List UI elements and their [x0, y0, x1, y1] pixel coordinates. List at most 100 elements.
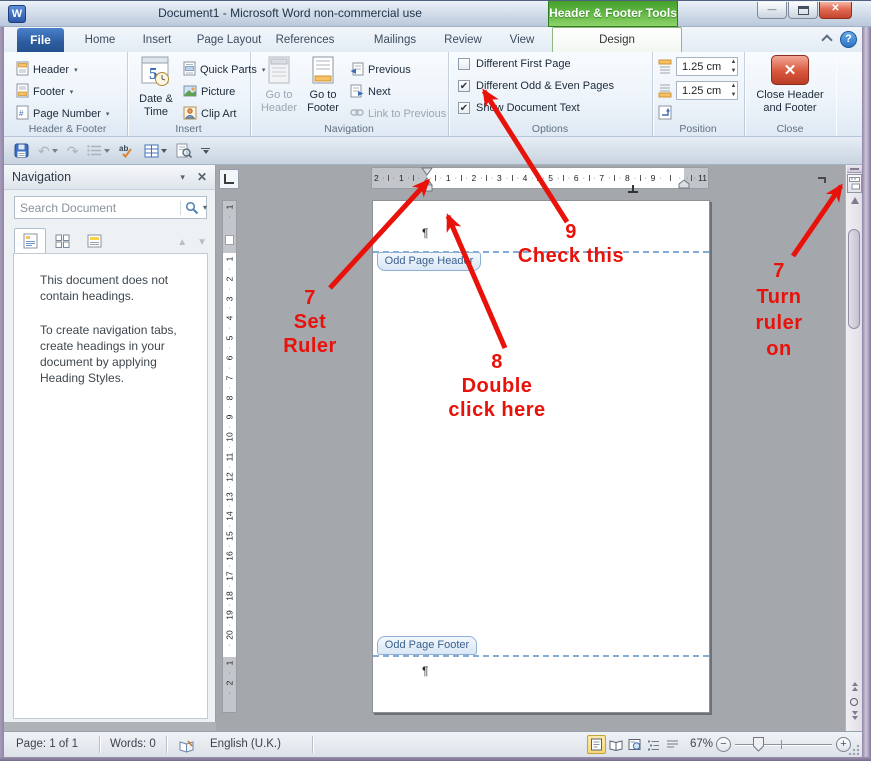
footer-from-bottom-spinner[interactable]: ▲▼ [728, 81, 739, 100]
search-input[interactable] [15, 201, 180, 215]
zoom-out-button[interactable]: − [716, 737, 731, 752]
tab-design-active[interactable]: Design [552, 27, 682, 52]
print-layout-view-button[interactable] [587, 735, 606, 754]
checkbox-icon[interactable]: ✔ [458, 102, 470, 114]
maximize-button[interactable] [788, 2, 818, 19]
option-different-first-page[interactable]: Different First Page [458, 58, 571, 70]
tab-references[interactable]: References [270, 28, 340, 52]
footer-pilcrow-mark: ¶ [422, 664, 428, 678]
tab-stop-selector[interactable] [219, 169, 239, 189]
previous-page-button[interactable] [846, 682, 863, 691]
tab-page-layout[interactable]: Page Layout [190, 28, 268, 52]
word-count[interactable]: Words: 0 [110, 732, 156, 757]
insert-alignment-tab-icon[interactable] [658, 105, 673, 125]
collapse-ribbon-chevron-icon[interactable] [823, 36, 831, 44]
tab-view[interactable]: View [498, 28, 546, 52]
pane-options-caret-icon[interactable]: ▾ [180, 172, 185, 183]
spelling-grammar-button[interactable]: ab [119, 143, 135, 158]
insert-table-button[interactable] [144, 144, 167, 158]
vertical-scrollbar[interactable] [845, 165, 862, 731]
group-navigation: Go to Header Go to Footer Previous Next … [250, 52, 449, 136]
full-screen-reading-view-button[interactable] [606, 735, 625, 754]
checkbox-icon[interactable]: ✔ [458, 80, 470, 92]
clip-art-button[interactable]: Clip Art [183, 104, 236, 124]
header-from-top-spinner[interactable]: ▲▼ [728, 57, 739, 76]
previous-heading-icon[interactable]: ▲ [177, 237, 187, 248]
tab-home[interactable]: Home [76, 28, 124, 52]
go-to-header-button[interactable]: Go to Header [258, 55, 300, 122]
tab-browse-pages[interactable] [46, 228, 78, 254]
customize-qat-button[interactable] [201, 148, 210, 154]
option-different-odd-even[interactable]: ✔ Different Odd & Even Pages [458, 80, 614, 92]
pane-close-icon[interactable]: ✕ [197, 170, 207, 184]
draft-icon [666, 739, 679, 750]
close-header-footer-button[interactable]: ✕ Close Header and Footer [752, 55, 828, 123]
scroll-up-arrow[interactable] [846, 197, 863, 204]
tab-browse-results[interactable] [78, 228, 110, 254]
zoom-level[interactable]: 67% [690, 732, 713, 757]
date-time-button[interactable]: 5 Date & Time [133, 55, 179, 122]
search-box[interactable]: ▾ [14, 196, 207, 219]
go-to-footer-icon [311, 76, 335, 88]
minimize-button[interactable]: — [757, 2, 787, 19]
picture-button[interactable]: Picture [183, 82, 235, 102]
navigation-pane-header: Navigation ▾ ✕ [4, 165, 215, 190]
spin-down-icon[interactable]: ▼ [731, 68, 737, 74]
redo-button[interactable]: ↷ [67, 144, 79, 158]
search-icon[interactable] [180, 201, 203, 215]
next-heading-icon[interactable]: ▼ [197, 237, 207, 248]
proofing-status-icon[interactable] [179, 738, 195, 761]
previous-button[interactable]: Previous [350, 60, 411, 80]
center-tab-stop-marker[interactable] [628, 180, 638, 198]
spin-down-icon[interactable]: ▼ [731, 92, 737, 98]
tab-insert[interactable]: Insert [132, 28, 182, 52]
option-show-document-text[interactable]: ✔ Show Document Text [458, 102, 580, 114]
search-options-caret-icon[interactable]: ▾ [203, 203, 211, 212]
next-button[interactable]: Next [350, 82, 391, 102]
select-browse-object-button[interactable] [850, 698, 858, 706]
link-to-previous-button[interactable]: Link to Previous [350, 104, 446, 124]
draft-view-button[interactable] [663, 735, 682, 754]
undo-button[interactable]: ↶ [38, 144, 58, 158]
split-window-handle[interactable] [847, 166, 862, 173]
tab-mailings[interactable]: Mailings [362, 28, 428, 52]
window-resize-grip[interactable] [848, 743, 860, 755]
header-button[interactable]: Header ▾ [16, 60, 78, 80]
save-button[interactable] [14, 143, 29, 158]
undo-caret-icon[interactable] [52, 149, 58, 153]
page-count[interactable]: Page: 1 of 1 [16, 732, 78, 757]
tab-file[interactable]: File [17, 28, 64, 52]
tab-review[interactable]: Review [436, 28, 490, 52]
page-number-button[interactable]: # Page Number ▾ [16, 104, 109, 124]
web-layout-view-button[interactable] [625, 735, 644, 754]
word-app-icon[interactable]: W [8, 5, 26, 23]
zoom-slider-track[interactable] [735, 744, 832, 745]
language-status[interactable]: English (U.K.) [210, 732, 281, 757]
view-ruler-toggle-button[interactable] [847, 174, 862, 193]
footer-button[interactable]: Footer ▾ [16, 82, 73, 102]
tab-browse-headings[interactable] [14, 228, 46, 254]
print-preview-button[interactable] [176, 143, 192, 158]
web-layout-icon [628, 738, 641, 751]
go-to-footer-button[interactable]: Go to Footer [302, 55, 344, 122]
table-icon [144, 144, 159, 158]
outline-view-button[interactable] [644, 735, 663, 754]
close-window-button[interactable]: ✕ [819, 2, 852, 19]
navigation-pane-body: This document does not contain headings.… [13, 253, 208, 719]
scrollbar-thumb[interactable] [848, 229, 860, 329]
right-indent-marker[interactable] [678, 176, 690, 194]
table-caret-icon[interactable] [161, 149, 167, 153]
spin-up-icon[interactable]: ▲ [731, 59, 737, 65]
next-page-button[interactable] [846, 711, 863, 720]
indent-marker[interactable] [420, 167, 434, 198]
list-caret-icon[interactable] [104, 149, 110, 153]
checkbox-icon[interactable] [458, 58, 470, 70]
zoom-slider-thumb[interactable] [753, 737, 764, 755]
next-label: Next [368, 86, 391, 98]
quick-parts-icon [183, 61, 196, 79]
paragraph-list-button[interactable] [87, 144, 110, 157]
title-bar[interactable]: W Document1 - Microsoft Word non-commerc… [0, 0, 871, 27]
spin-up-icon[interactable]: ▲ [731, 83, 737, 89]
help-button[interactable]: ? [840, 31, 857, 48]
vertical-ruler[interactable]: 1· 1·2·3·4·5·6·7·8·9·10·11·12·13·14·15·1… [222, 200, 237, 713]
